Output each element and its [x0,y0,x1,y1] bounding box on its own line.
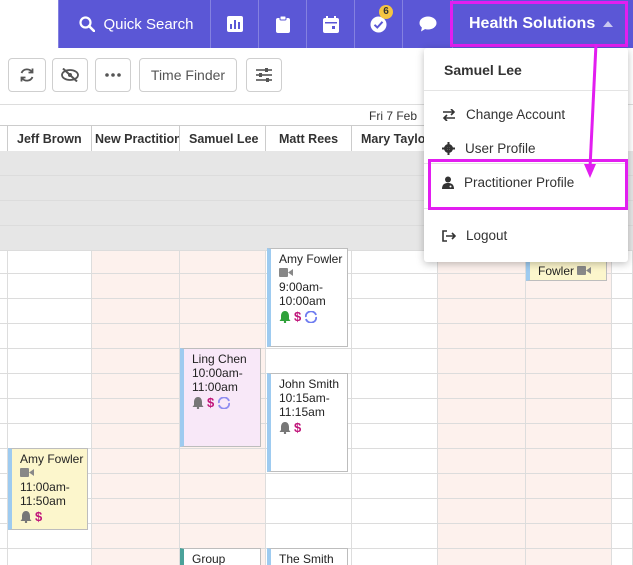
eye-slash-icon [61,68,79,82]
row-line [0,523,633,524]
reports-button[interactable] [210,0,258,48]
appointment-name: The Smith [279,552,334,565]
refresh-button[interactable] [8,58,46,92]
refresh-icon [20,68,34,82]
menu-item-practitioner-profile[interactable]: Practitioner Profile [442,175,574,190]
gear-icon [442,142,455,155]
tasks-button[interactable]: 6 [354,0,402,48]
time-finder-button[interactable]: Time Finder [139,58,237,92]
bell-icon [20,511,32,523]
appointment-status-icons: $ [20,510,87,524]
col-header-label: Mary Taylor [361,131,431,146]
bell-icon [279,311,291,323]
org-menu-button[interactable]: Health Solutions [452,0,633,48]
menu-item-logout[interactable]: Logout [442,228,507,243]
row-line [0,348,633,349]
bell-icon [192,397,204,409]
appointment-time: 11:00am-11:50am [20,480,70,508]
col-header-jeff-brown: Jeff Brown [8,125,92,151]
col-header-matt-rees: Matt Rees [266,125,352,151]
notification-badge: 6 [379,5,393,19]
appointment-card[interactable]: Amy Fowler 9:00am-10:00am $ [267,248,348,347]
appointment-name: John Smith [279,377,340,391]
repeat-icon [218,397,231,409]
org-label: Health Solutions [469,15,596,32]
divider [424,208,628,209]
dollar-icon: $ [207,395,215,410]
appointment-name: Amy Fowler [279,252,347,280]
row-line [0,473,633,474]
chat-icon [419,16,436,32]
quick-search-label: Quick Search [103,15,194,33]
menu-item-user-profile[interactable]: User Profile [442,141,536,156]
menu-item-label: Change Account [466,107,566,122]
time-finder-label: Time Finder [150,67,226,83]
col-header-label: Matt Rees [279,131,339,146]
doctor-icon [442,176,454,189]
menu-item-label: Logout [466,228,508,243]
nav-left-blank [0,0,58,48]
date-label: Fri 7 Feb [369,109,418,123]
org-dropdown-menu: Samuel Lee Change Account User Profile P… [424,48,628,262]
video-icon [279,268,293,277]
menu-item-label: Practitioner Profile [464,175,575,190]
appointment-card[interactable]: Ling Chen 10:00am-11:00am $ [180,348,261,447]
ellipsis-icon [105,73,121,77]
sliders-icon [256,68,272,82]
more-button[interactable] [95,58,131,92]
caret-up-icon [603,21,614,27]
menu-item-change-account[interactable]: Change Account [442,107,565,122]
dollar-icon: $ [294,309,302,324]
sign-out-icon [442,229,456,242]
appointment-status-icons: $ [279,421,347,435]
menu-item-label: User Profile [465,141,536,156]
appointment-status-icons: $ [192,396,260,410]
calendar-icon [322,15,339,33]
search-icon [79,16,96,32]
filter-button[interactable] [246,58,282,92]
col-header-label: Samuel Lee [189,131,259,146]
appointment-time: 10:00am-11:00am [192,366,243,394]
top-nav: Quick Search 6 Health Solutions [0,0,633,48]
appointment-name: Ling Chen [192,352,247,366]
appointment-name: Fowler [538,264,606,278]
video-icon [20,468,34,477]
dropdown-user-name: Samuel Lee [444,62,522,78]
dollar-icon: $ [35,509,43,524]
dollar-icon: $ [294,420,302,435]
bell-icon [279,422,291,434]
row-line [0,498,633,499]
col-header-samuel-lee: Samuel Lee [180,125,266,151]
chart-icon [226,16,243,32]
divider [424,163,628,164]
appointment-card[interactable]: Amy Fowler 11:00am-11:50am $ [8,448,88,530]
clipboard-icon [275,15,290,33]
appointment-name: Amy Fowler [20,452,87,480]
video-icon [577,266,592,275]
appointment-card[interactable]: John Smith 10:15am-11:15am $ [267,373,348,472]
app-window: Quick Search 6 Health Solutions Time Fin… [0,0,633,565]
col-header-label: New Practitioner [95,131,179,146]
calendar-button[interactable] [306,0,354,48]
appointment-time: 9:00am-10:00am [279,280,326,308]
quick-search-button[interactable]: Quick Search [58,0,208,48]
hide-button[interactable] [52,58,88,92]
appointment-card[interactable]: The Smith [267,548,348,565]
appointment-time: 10:15am-11:15am [279,391,330,419]
messages-button[interactable] [402,0,452,48]
appointment-name: Group [192,552,226,565]
repeat-icon [305,311,318,323]
col-header-label: Jeff Brown [17,131,82,146]
appointment-status-icons: $ [279,310,347,324]
clipboard-button[interactable] [258,0,306,48]
col-header-new-practitioner: New Practitioner [92,125,180,151]
exchange-icon [442,108,456,121]
divider [424,90,628,91]
appointment-card[interactable]: Group [180,548,261,565]
col-header-gutter [0,125,8,151]
